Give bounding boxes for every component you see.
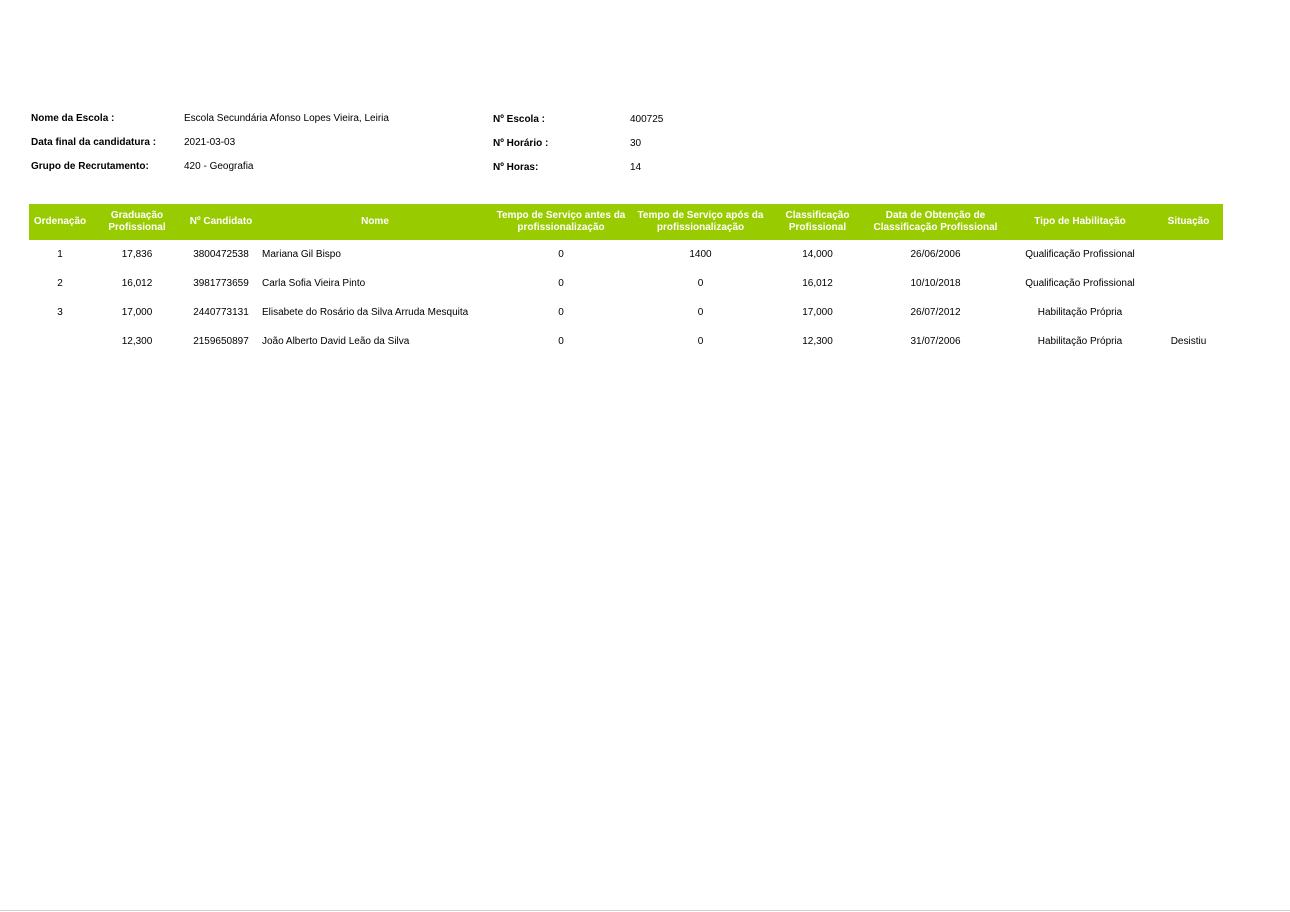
cell-tempo-apos: 0 [697, 278, 704, 289]
cell-graduacao: 16,012 [121, 278, 153, 289]
cell-tempo-apos: 0 [697, 336, 704, 347]
cell-ordenacao: 1 [57, 249, 63, 260]
cell-tempo-apos: 1400 [689, 249, 712, 260]
hours-label: Nº Horas: [493, 162, 539, 173]
cell-candidato: 2440773131 [193, 307, 249, 318]
col-header-situacao: Situação [1154, 204, 1223, 240]
application-deadline-label: Data final da candidatura : [31, 137, 157, 148]
col-header-tipo-habilitacao: Tipo de Habilitação [1006, 204, 1154, 240]
recruitment-group-label: Grupo de Recrutamento: [31, 161, 149, 172]
cell-nome: Mariana Gil Bispo [262, 249, 341, 260]
cell-tipo-habilitacao: Habilitação Própria [1037, 307, 1123, 318]
col-header-nome: Nome [259, 204, 491, 240]
cell-candidato: 3981773659 [193, 278, 249, 289]
table-row: 3 17,000 2440773131 Elisabete do Rosário… [29, 298, 1223, 327]
col-header-data-obtencao: Data de Obtenção de Classificação Profis… [865, 204, 1006, 240]
cell-data-obtencao: 26/07/2012 [910, 307, 961, 318]
cell-graduacao: 12,300 [121, 336, 153, 347]
cell-nome: João Alberto David Leão da Silva [262, 336, 410, 347]
candidates-table: Ordenação Graduação Profissional Nº Cand… [29, 204, 1223, 356]
col-header-tempo-apos: Tempo de Serviço após da profissionaliza… [631, 204, 770, 240]
cell-data-obtencao: 31/07/2006 [910, 336, 961, 347]
table-row: 12,300 2159650897 João Alberto David Leã… [29, 327, 1223, 356]
cell-nome: Elisabete do Rosário da Silva Arruda Mes… [262, 307, 469, 318]
cell-graduacao: 17,836 [121, 249, 153, 260]
cell-situacao: Desistiu [1170, 336, 1207, 347]
school-name-label: Nome da Escola : [31, 113, 115, 124]
col-header-graduacao: Graduação Profissional [91, 204, 183, 240]
col-header-ordenacao: Ordenação [29, 204, 91, 240]
cell-situacao [1154, 298, 1223, 327]
cell-tempo-antes: 0 [558, 278, 564, 289]
cell-tipo-habilitacao: Qualificação Profissional [1025, 278, 1135, 289]
col-header-classificacao: Classificação Profissional [770, 204, 865, 240]
cell-classificacao: 12,300 [802, 336, 833, 347]
schedule-number-value: 30 [630, 138, 642, 149]
cell-tempo-antes: 0 [558, 307, 564, 318]
table-header-row: Ordenação Graduação Profissional Nº Cand… [29, 204, 1223, 240]
school-name-value: Escola Secundária Afonso Lopes Vieira, L… [184, 113, 389, 124]
table-row: 2 16,012 3981773659 Carla Sofia Vieira P… [29, 269, 1223, 298]
cell-data-obtencao: 10/10/2018 [910, 278, 961, 289]
cell-tempo-apos: 0 [697, 307, 704, 318]
cell-nome: Carla Sofia Vieira Pinto [262, 278, 366, 289]
cell-classificacao: 16,012 [802, 278, 833, 289]
school-number-label: Nº Escola : [493, 114, 546, 125]
cell-tipo-habilitacao: Habilitação Própria [1037, 336, 1123, 347]
page-bottom-border [0, 910, 1290, 911]
cell-ordenacao [29, 327, 91, 356]
cell-tempo-antes: 0 [558, 249, 564, 260]
cell-ordenacao: 2 [57, 278, 63, 289]
cell-candidato: 2159650897 [193, 336, 249, 347]
cell-tempo-antes: 0 [558, 336, 564, 347]
cell-classificacao: 17,000 [802, 307, 833, 318]
cell-candidato: 3800472538 [193, 249, 249, 260]
cell-situacao [1154, 269, 1223, 298]
table-row: 1 17,836 3800472538 Mariana Gil Bispo 0 … [29, 240, 1223, 269]
hours-value: 14 [630, 162, 642, 173]
schedule-number-label: Nº Horário : [493, 138, 549, 149]
application-deadline-value: 2021-03-03 [184, 137, 236, 148]
school-info: Nome da Escola : Escola Secundária Afons… [31, 113, 731, 185]
cell-situacao [1154, 240, 1223, 269]
cell-tipo-habilitacao: Qualificação Profissional [1025, 249, 1135, 260]
col-header-candidato: Nº Candidato [183, 204, 259, 240]
cell-classificacao: 14,000 [802, 249, 833, 260]
col-header-tempo-antes: Tempo de Serviço antes da profissionaliz… [491, 204, 631, 240]
cell-data-obtencao: 26/06/2006 [910, 249, 961, 260]
cell-ordenacao: 3 [57, 307, 63, 318]
recruitment-group-value: 420 - Geografia [184, 161, 254, 172]
school-number-value: 400725 [630, 114, 664, 125]
cell-graduacao: 17,000 [121, 307, 153, 318]
